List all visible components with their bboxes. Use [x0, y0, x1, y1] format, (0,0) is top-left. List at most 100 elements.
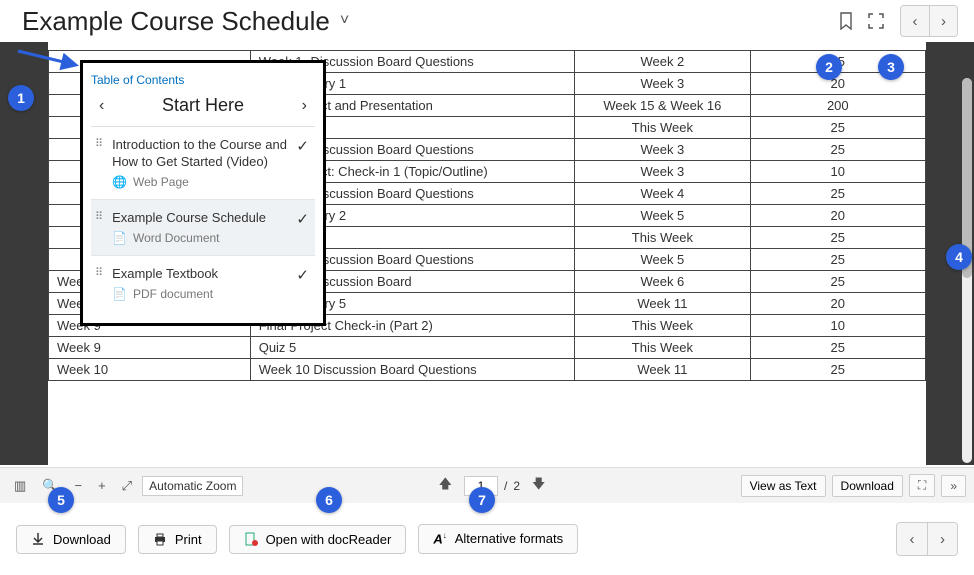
drag-handle-icon[interactable]: ⠿ — [95, 139, 104, 150]
callout-1: 1 — [8, 85, 34, 111]
annotation-arrow-icon — [16, 47, 86, 71]
next-item-button-bottom[interactable]: › — [927, 523, 957, 555]
toolbar-download-button[interactable]: Download — [832, 475, 903, 497]
table-cell: This Week — [575, 117, 750, 139]
page-title: Example Course Schedule — [22, 6, 330, 37]
drag-handle-icon[interactable]: ⠿ — [95, 212, 104, 223]
check-icon: ✓ — [296, 137, 309, 155]
prev-item-button-bottom[interactable]: ‹ — [897, 523, 927, 555]
callout-4: 4 — [946, 244, 972, 270]
table-cell: 25 — [750, 359, 925, 381]
toc-type-icon: 📄 — [112, 287, 127, 301]
callout-7: 7 — [469, 487, 495, 513]
table-cell: Week 11 — [575, 359, 750, 381]
view-as-text-button[interactable]: View as Text — [741, 475, 826, 497]
toc-type-label: PDF document — [133, 287, 213, 301]
table-row: Week 9Quiz 5This Week25 — [49, 337, 926, 359]
alt-formats-label: Alternative formats — [455, 531, 563, 546]
next-item-button[interactable]: › — [929, 6, 957, 36]
table-cell: This Week — [575, 227, 750, 249]
table-cell: Week 6 — [575, 271, 750, 293]
toc-item[interactable]: ⠿ Introduction to the Course and How to G… — [91, 127, 315, 199]
table-cell: Week 10 Discussion Board Questions — [250, 359, 574, 381]
table-cell: Week 15 & Week 16 — [575, 95, 750, 117]
zoom-reset-icon[interactable]: ⤢ — [116, 474, 138, 498]
toc-type-icon: 📄 — [112, 231, 127, 245]
table-cell: Week 3 — [575, 161, 750, 183]
toc-item-title: Introduction to the Course and How to Ge… — [112, 137, 311, 171]
title-menu-caret[interactable]: ˅ — [340, 12, 349, 30]
table-cell: 10 — [750, 315, 925, 337]
table-cell: Week 5 — [575, 205, 750, 227]
toc-item[interactable]: ⠿ Example Textbook 📄 PDF document ✓ — [91, 255, 315, 311]
toc-type-icon: 🌐 — [112, 175, 127, 189]
toc-section-title: Start Here — [162, 95, 244, 116]
alt-formats-button[interactable]: A↓ Alternative formats — [418, 524, 578, 553]
table-cell: 25 — [750, 271, 925, 293]
fullscreen-icon[interactable] — [862, 7, 890, 35]
toc-prev-section[interactable]: ‹ — [95, 97, 108, 115]
callout-6: 6 — [316, 487, 342, 513]
tools-menu-icon[interactable]: » — [941, 475, 966, 497]
check-icon: ✓ — [296, 266, 309, 284]
table-cell: Week 10 — [49, 359, 251, 381]
table-cell: 25 — [750, 139, 925, 161]
table-cell: Week 3 — [575, 139, 750, 161]
table-cell: Week 11 — [575, 293, 750, 315]
callout-3: 3 — [878, 54, 904, 80]
toc-type-label: Web Page — [133, 175, 189, 189]
top-bar: Example Course Schedule ˅ ‹ › — [0, 0, 974, 42]
table-cell: 25 — [750, 249, 925, 271]
callout-5: 5 — [48, 487, 74, 513]
action-bar: Download Print Open with docReader A↓ Al… — [16, 519, 958, 559]
toc-item[interactable]: ⠿Example Course Schedule📄Word Document✓ — [91, 199, 315, 255]
zoom-select[interactable]: Automatic Zoom — [142, 476, 243, 496]
table-cell: This Week — [575, 337, 750, 359]
page-total: 2 — [513, 479, 520, 493]
download-label: Download — [53, 532, 111, 547]
bottom-nav-pager: ‹ › — [896, 522, 958, 556]
table-cell: Week 3 — [575, 73, 750, 95]
table-cell: 20 — [750, 205, 925, 227]
top-nav-pager: ‹ › — [900, 5, 958, 37]
table-cell: 25 — [750, 117, 925, 139]
bookmark-icon[interactable] — [832, 7, 860, 35]
docreader-button[interactable]: Open with docReader — [229, 525, 407, 554]
drag-handle-icon[interactable]: ⠿ — [95, 268, 104, 279]
vertical-scrollbar[interactable] — [962, 78, 972, 463]
print-button[interactable]: Print — [138, 525, 217, 554]
table-cell: 25 — [750, 337, 925, 359]
toc-section-nav: ‹ Start Here › — [91, 93, 315, 127]
docreader-label: Open with docReader — [266, 532, 392, 547]
table-cell: 20 — [750, 293, 925, 315]
table-row: Week 10Week 10 Discussion Board Question… — [49, 359, 926, 381]
table-cell: Week 2 — [575, 51, 750, 73]
toc-next-section[interactable]: › — [298, 97, 311, 115]
table-cell: Week 9 — [49, 337, 251, 359]
callout-2: 2 — [816, 54, 842, 80]
download-button[interactable]: Download — [16, 525, 126, 554]
page-separator: / — [504, 479, 507, 493]
table-cell: Week 5 — [575, 249, 750, 271]
toc-item-title: Example Course Schedule — [112, 210, 311, 227]
sidebar-toggle-icon[interactable]: ▥ — [8, 474, 32, 498]
toc-panel: Table of Contents ‹ Start Here › ⠿ Introd… — [80, 60, 326, 326]
table-cell: This Week — [575, 315, 750, 337]
zoom-in-button[interactable]: + — [92, 474, 112, 497]
table-cell: 25 — [750, 183, 925, 205]
page-down-button[interactable]: 🡇 — [526, 471, 551, 501]
table-cell: 200 — [750, 95, 925, 117]
toc-heading[interactable]: Table of Contents — [91, 73, 315, 87]
table-cell: 10 — [750, 161, 925, 183]
presentation-icon[interactable]: ⛶ — [909, 474, 935, 497]
table-cell: 25 — [750, 227, 925, 249]
toc-item-title: Example Textbook — [112, 266, 311, 283]
prev-item-button[interactable]: ‹ — [901, 6, 929, 36]
table-cell: Quiz 5 — [250, 337, 574, 359]
page-up-button[interactable]: 🡅 — [433, 471, 458, 501]
alt-formats-icon: A↓ — [433, 531, 446, 546]
print-label: Print — [175, 532, 202, 547]
table-cell: Week 4 — [575, 183, 750, 205]
print-icon — [153, 532, 167, 546]
docreader-icon — [244, 532, 258, 546]
